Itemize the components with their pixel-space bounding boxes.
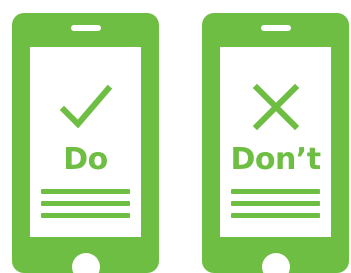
checkmark-icon <box>58 79 114 135</box>
text-lines <box>231 189 320 225</box>
phone-screen-do: Do <box>30 47 141 237</box>
text-line <box>231 213 320 218</box>
phone-do: Do <box>12 13 159 273</box>
text-line <box>41 189 130 194</box>
phone-dont: Don’t <box>202 13 349 273</box>
phone-screen-dont: Don’t <box>220 47 331 237</box>
x-mark-icon <box>248 79 304 135</box>
text-lines <box>41 189 130 225</box>
speaker-slot <box>260 25 291 31</box>
dont-label: Don’t <box>230 142 321 177</box>
do-label: Do <box>63 142 108 177</box>
home-button <box>261 253 290 273</box>
text-line <box>41 201 130 206</box>
text-line <box>231 201 320 206</box>
home-button <box>71 253 100 273</box>
illustration: Do Don’t <box>0 0 351 273</box>
text-line <box>231 189 320 194</box>
speaker-slot <box>70 25 101 31</box>
text-line <box>41 213 130 218</box>
